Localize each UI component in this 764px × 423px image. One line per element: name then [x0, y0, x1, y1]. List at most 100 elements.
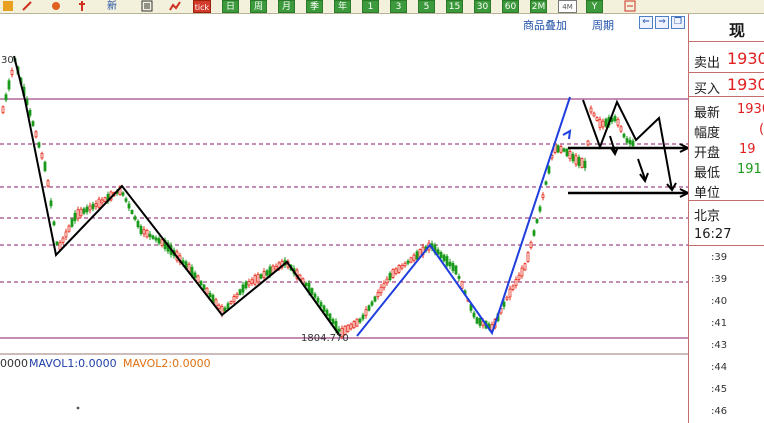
- buy-label: 买入: [694, 82, 721, 97]
- candle-body: [70, 218, 74, 227]
- period-quarter[interactable]: 季: [306, 0, 323, 13]
- candle-body: [34, 131, 38, 138]
- time-label: 16:27: [694, 227, 732, 242]
- toolbar: 新 tick 日 周 月 季 年 1 3 5 15 30 60 2M 4M Y: [0, 0, 764, 14]
- candle-body: [7, 80, 11, 90]
- candle-body: [247, 281, 251, 286]
- candle-body: [379, 286, 383, 294]
- panel-title: 现: [729, 21, 746, 40]
- guide-lines: [0, 98, 688, 355]
- candle-body: [397, 265, 401, 273]
- candle-body: [193, 272, 197, 278]
- tick-time: :39: [711, 274, 728, 285]
- candle-body: [415, 251, 419, 260]
- candle-body: [313, 293, 317, 298]
- low-label: 最低: [694, 166, 721, 181]
- period-5min[interactable]: 5: [418, 0, 435, 13]
- candle-body: [451, 263, 455, 271]
- candle-body: [589, 107, 593, 113]
- candle-body: [154, 237, 158, 241]
- candle-body: [37, 142, 41, 148]
- candle-body: [526, 252, 530, 262]
- sell-value: 1930: [727, 49, 764, 68]
- candle-body: [46, 180, 50, 187]
- candle-body: [388, 272, 392, 281]
- period-month[interactable]: 月: [278, 0, 295, 13]
- candle-body: [43, 161, 47, 172]
- panel-divider: [689, 245, 764, 246]
- grid-icon[interactable]: [1, 0, 15, 13]
- latest-label: 最新: [694, 106, 721, 121]
- candle-body: [373, 296, 377, 302]
- candle-body: [148, 233, 152, 238]
- candle-body: [580, 158, 584, 168]
- period-30min[interactable]: 30: [474, 0, 491, 13]
- candle-body: [409, 257, 413, 263]
- period-60min[interactable]: 60: [502, 0, 519, 13]
- export-icon[interactable]: [623, 0, 637, 13]
- candle-body: [142, 229, 146, 235]
- candle-body: [367, 305, 371, 311]
- candle-body: [145, 229, 149, 238]
- candle-body: [448, 261, 452, 267]
- tick-button[interactable]: tick: [193, 0, 211, 13]
- low-price-label: 1804.770: [301, 333, 349, 344]
- pencil-icon[interactable]: [49, 0, 63, 13]
- candle-body: [139, 225, 143, 235]
- candle-body: [412, 254, 416, 261]
- candle-body: [364, 309, 368, 316]
- period-day[interactable]: 日: [222, 0, 239, 13]
- candle-body: [256, 273, 260, 283]
- new-button[interactable]: 新: [104, 0, 120, 13]
- candle-body: [574, 155, 578, 165]
- tick-time: :46: [711, 406, 728, 417]
- candle-body: [265, 270, 269, 276]
- period-year[interactable]: 年: [334, 0, 351, 13]
- tools-icon[interactable]: [20, 0, 34, 13]
- period-link[interactable]: 周期: [592, 17, 614, 33]
- period-1min[interactable]: 1: [362, 0, 379, 13]
- period-2min[interactable]: 2M: [530, 0, 547, 13]
- latest-value: 1930: [737, 102, 764, 117]
- candle-body: [511, 285, 515, 290]
- candle-body: [253, 275, 257, 285]
- overlay-link[interactable]: 商品叠加: [523, 17, 567, 33]
- panel-divider: [689, 41, 764, 42]
- sell-label: 卖出: [694, 56, 721, 71]
- list-icon[interactable]: [140, 0, 154, 13]
- candle-body: [562, 148, 566, 152]
- chart-icon[interactable]: [168, 0, 182, 13]
- period-y[interactable]: Y: [586, 0, 603, 13]
- candle-body: [400, 264, 404, 269]
- candle-body: [544, 181, 548, 185]
- pin-icon[interactable]: [75, 0, 89, 13]
- period-4min[interactable]: 4M: [558, 0, 577, 13]
- open-label: 开盘: [694, 146, 721, 161]
- candle-body: [547, 166, 551, 174]
- candle-body: [508, 288, 512, 298]
- candle-body: [205, 287, 209, 295]
- candle-body: [475, 317, 479, 324]
- candle-body: [568, 151, 572, 159]
- scroll-left-icon[interactable]: ⇐: [639, 16, 653, 29]
- open-value: 19: [739, 142, 756, 157]
- tick-time: :40: [711, 296, 728, 307]
- candle-body: [502, 301, 506, 307]
- period-week[interactable]: 周: [250, 0, 267, 13]
- candle-body: [244, 281, 248, 289]
- candle-body: [208, 292, 212, 297]
- period-15min[interactable]: 15: [446, 0, 463, 13]
- restore-window-icon[interactable]: ❐: [671, 16, 685, 29]
- candle-body: [454, 265, 458, 275]
- scroll-right-icon[interactable]: ⇒: [655, 16, 669, 29]
- candle-body: [604, 118, 608, 127]
- candle-body: [97, 198, 101, 208]
- left-price-label: 30: [1, 55, 14, 66]
- mavol1-label: MAVOL1:0.0000: [29, 357, 117, 370]
- candle-body: [235, 293, 239, 298]
- period-3min[interactable]: 3: [390, 0, 407, 13]
- panel-divider: [689, 200, 764, 201]
- candle-body: [40, 153, 44, 159]
- candle-body: [592, 112, 596, 117]
- candle-body: [565, 148, 569, 157]
